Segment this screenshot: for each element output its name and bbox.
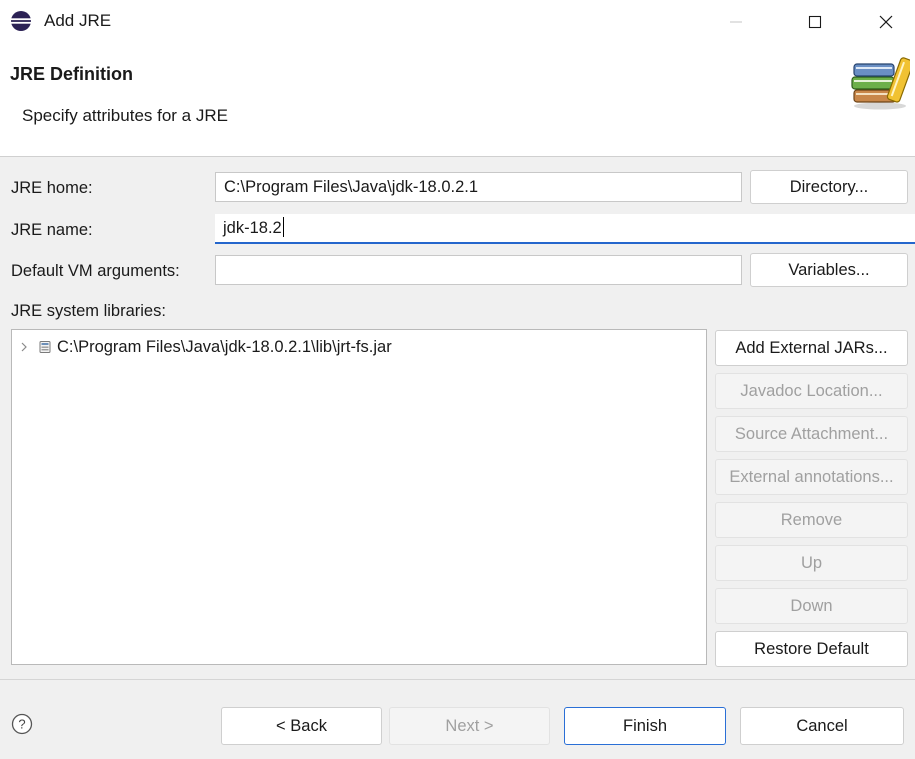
window-title: Add JRE bbox=[44, 11, 112, 30]
vm-arguments-input[interactable] bbox=[215, 255, 742, 285]
close-icon bbox=[879, 15, 893, 29]
external-annotations-button[interactable]: External annotations... bbox=[715, 459, 908, 495]
svg-text:?: ? bbox=[18, 717, 25, 732]
maximize-button[interactable] bbox=[786, 0, 844, 44]
up-button[interactable]: Up bbox=[715, 545, 908, 581]
jre-name-value: jdk-18.2 bbox=[223, 219, 282, 237]
system-libraries-label: JRE system libraries: bbox=[11, 302, 166, 320]
text-caret bbox=[282, 217, 284, 237]
variables-button[interactable]: Variables... bbox=[750, 253, 908, 287]
restore-default-button[interactable]: Restore Default bbox=[715, 631, 908, 667]
title-bar bbox=[0, 0, 915, 44]
remove-button[interactable]: Remove bbox=[715, 502, 908, 538]
help-icon[interactable]: ? bbox=[11, 713, 33, 735]
maximize-icon bbox=[808, 15, 822, 29]
jre-name-label: JRE name: bbox=[11, 221, 93, 239]
tree-item[interactable]: C:\Program Files\Java\jdk-18.0.2.1\lib\j… bbox=[18, 336, 392, 358]
vm-arguments-label: Default VM arguments: bbox=[11, 262, 180, 280]
tree-item-label: C:\Program Files\Java\jdk-18.0.2.1\lib\j… bbox=[57, 338, 392, 356]
jre-home-input[interactable]: C:\Program Files\Java\jdk-18.0.2.1 bbox=[215, 172, 742, 202]
close-button[interactable] bbox=[857, 0, 915, 44]
books-icon bbox=[846, 52, 914, 110]
finish-button[interactable]: Finish bbox=[564, 707, 726, 745]
jar-icon bbox=[39, 341, 51, 353]
javadoc-location-button[interactable]: Javadoc Location... bbox=[715, 373, 908, 409]
jre-home-label: JRE home: bbox=[11, 179, 93, 197]
back-button[interactable]: < Back bbox=[221, 707, 382, 745]
page-description: Specify attributes for a JRE bbox=[22, 106, 228, 125]
source-attachment-button[interactable]: Source Attachment... bbox=[715, 416, 908, 452]
libraries-tree[interactable] bbox=[11, 329, 707, 665]
chevron-right-icon[interactable] bbox=[18, 341, 30, 353]
directory-button[interactable]: Directory... bbox=[750, 170, 908, 204]
wizard-header bbox=[0, 44, 915, 156]
cancel-button[interactable]: Cancel bbox=[740, 707, 904, 745]
add-external-jars-button[interactable]: Add External JARs... bbox=[715, 330, 908, 366]
next-button[interactable]: Next > bbox=[389, 707, 550, 745]
jre-name-input[interactable]: jdk-18.2 bbox=[215, 214, 915, 244]
down-button[interactable]: Down bbox=[715, 588, 908, 624]
eclipse-icon bbox=[10, 10, 32, 32]
minimize-button[interactable] bbox=[707, 0, 765, 44]
minimize-icon bbox=[730, 21, 742, 23]
page-title: JRE Definition bbox=[10, 64, 134, 84]
